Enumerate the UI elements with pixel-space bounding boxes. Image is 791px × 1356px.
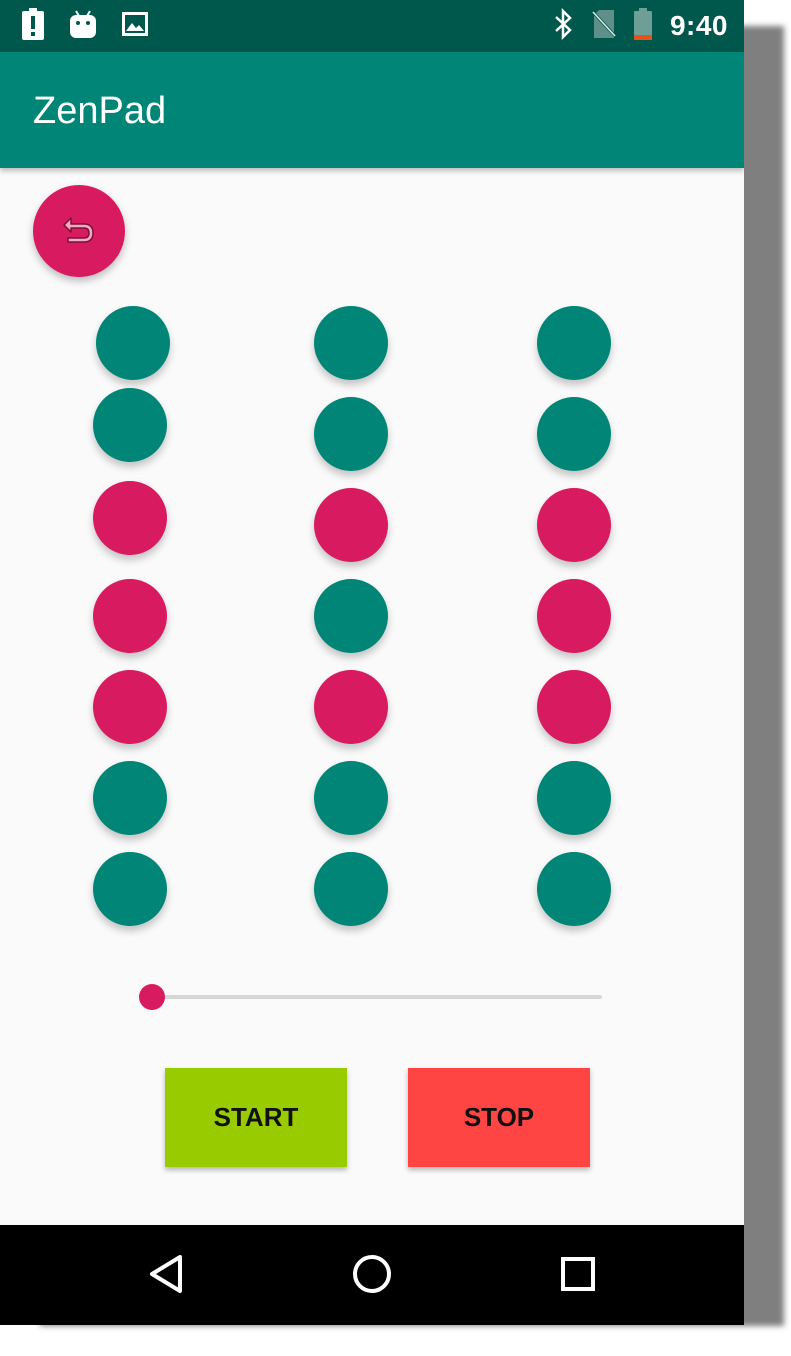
app-bar: ZenPad	[0, 52, 744, 168]
dot-r6-c2[interactable]	[314, 761, 388, 835]
recents-icon	[558, 1254, 598, 1299]
undo-icon	[59, 209, 99, 254]
dot-r2-c2[interactable]	[314, 397, 388, 471]
back-icon	[146, 1253, 186, 1300]
status-time: 9:40	[669, 10, 728, 41]
dot-r5-c1[interactable]	[93, 670, 167, 744]
image-icon	[122, 11, 148, 41]
stop-button[interactable]: STOP	[408, 1068, 590, 1167]
dot-r2-c1[interactable]	[93, 388, 167, 462]
home-icon	[351, 1253, 393, 1300]
dot-r6-c3[interactable]	[537, 761, 611, 835]
dot-r3-c1[interactable]	[93, 481, 167, 555]
dot-r5-c3[interactable]	[537, 670, 611, 744]
status-bar: 9:40	[0, 0, 744, 52]
phone-screen: 9:40 ZenPad START STOP	[0, 0, 744, 1325]
dot-r3-c3[interactable]	[537, 488, 611, 562]
navigation-bar	[0, 1225, 744, 1325]
undo-button[interactable]	[33, 185, 125, 277]
no-sim-icon	[590, 9, 618, 44]
android-icon	[70, 9, 96, 43]
dot-r7-c2[interactable]	[314, 852, 388, 926]
home-button[interactable]	[349, 1253, 395, 1299]
dot-r4-c2[interactable]	[314, 579, 388, 653]
dot-r7-c1[interactable]	[93, 852, 167, 926]
battery-alert-icon	[22, 7, 44, 45]
app-title: ZenPad	[33, 90, 167, 132]
slider-thumb[interactable]	[139, 984, 165, 1010]
dot-r2-c3[interactable]	[537, 397, 611, 471]
dot-r4-c3[interactable]	[537, 579, 611, 653]
dot-r5-c2[interactable]	[314, 670, 388, 744]
dot-r1-c1[interactable]	[96, 306, 170, 380]
dot-r3-c2[interactable]	[314, 488, 388, 562]
dot-r7-c3[interactable]	[537, 852, 611, 926]
back-button[interactable]	[143, 1253, 189, 1299]
slider-track[interactable]	[152, 995, 602, 999]
dot-r4-c1[interactable]	[93, 579, 167, 653]
recents-button[interactable]	[555, 1253, 601, 1299]
battery-low-icon	[633, 7, 652, 45]
bluetooth-icon	[554, 7, 574, 45]
dot-r6-c1[interactable]	[93, 761, 167, 835]
start-button[interactable]: START	[165, 1068, 347, 1167]
dot-r1-c2[interactable]	[314, 306, 388, 380]
dot-r1-c3[interactable]	[537, 306, 611, 380]
